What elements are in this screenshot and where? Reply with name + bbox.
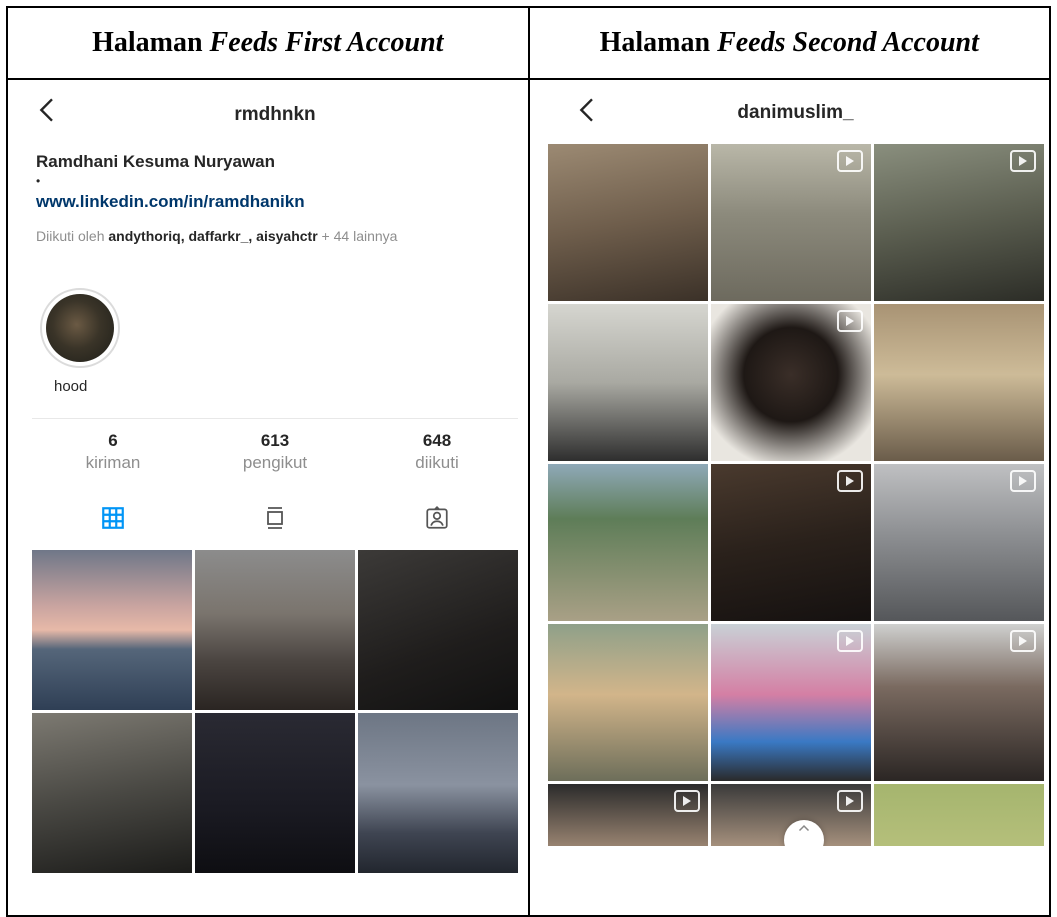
stat-following[interactable]: 648 diikuti [356, 419, 518, 481]
reel-icon [836, 150, 863, 172]
tab-grid[interactable] [32, 496, 194, 540]
post-thumbnail[interactable] [547, 144, 708, 301]
profile-tabs [32, 496, 518, 540]
second-account-profile: danimuslim_ [547, 88, 1044, 846]
post-thumbnail[interactable] [873, 304, 1044, 461]
post-thumbnail[interactable] [195, 550, 355, 710]
profile-stats: 6 kiriman 613 pengikut 648 diikuti [32, 418, 518, 481]
story-highlight[interactable]: hood [40, 288, 120, 395]
post-thumbnail[interactable] [547, 304, 708, 461]
reel-icon [836, 470, 863, 492]
profile-full-name: Ramdhani Kesuma Nuryawan [36, 152, 276, 171]
post-thumbnail[interactable] [32, 713, 192, 873]
reel-icon [673, 790, 700, 812]
feed-icon [267, 507, 283, 529]
post-thumbnail[interactable] [547, 464, 708, 621]
reel-icon [836, 630, 863, 652]
left-column-header: Halaman Feeds First Account [6, 6, 530, 80]
right-screenshot-cell: danimuslim_ [527, 78, 1051, 917]
post-thumbnail[interactable] [873, 464, 1044, 621]
post-thumbnail[interactable] [710, 464, 871, 621]
followed-by-text[interactable]: Diikuti oleh andythoriq, daffarkr_, aisy… [36, 228, 518, 244]
profile-link[interactable]: www.linkedin.com/in/ramdhanikn [36, 192, 518, 212]
comparison-table: Halaman Feeds First Account Halaman Feed… [6, 6, 1051, 917]
highlight-cover [46, 294, 114, 362]
highlight-label: hood [54, 378, 88, 395]
grid-icon [102, 507, 124, 529]
post-thumbnail[interactable] [873, 144, 1044, 301]
reel-icon [1009, 150, 1036, 172]
post-thumbnail[interactable] [710, 144, 871, 301]
post-thumbnail[interactable] [547, 624, 708, 781]
profile-username: danimuslim_ [737, 102, 854, 123]
post-thumbnail[interactable] [358, 713, 518, 873]
bio-dot: • [36, 174, 41, 188]
reel-icon [1009, 470, 1036, 492]
stat-posts[interactable]: 6 kiriman [32, 419, 194, 481]
post-thumbnail[interactable] [547, 784, 708, 846]
second-account-post-grid [547, 144, 1044, 846]
first-account-profile: rmdhnkn Ramdhani Kesuma Nuryawan • www.l… [32, 88, 518, 873]
tagged-icon [426, 505, 448, 529]
tab-tagged[interactable] [356, 496, 518, 540]
reel-icon [836, 310, 863, 332]
reel-icon [1009, 630, 1036, 652]
post-thumbnail[interactable] [195, 713, 355, 873]
tab-feed[interactable] [194, 496, 356, 540]
post-thumbnail[interactable] [358, 550, 518, 710]
post-thumbnail[interactable] [873, 624, 1044, 781]
post-thumbnail[interactable] [710, 624, 871, 781]
post-thumbnail[interactable] [873, 784, 1044, 846]
reel-icon [836, 790, 863, 812]
first-account-post-grid [32, 550, 518, 873]
profile-username: rmdhnkn [234, 104, 316, 125]
left-screenshot-cell: rmdhnkn Ramdhani Kesuma Nuryawan • www.l… [6, 78, 530, 917]
stat-followers[interactable]: 613 pengikut [194, 419, 356, 481]
right-column-header: Halaman Feeds Second Account [527, 6, 1051, 80]
post-thumbnail[interactable] [32, 550, 192, 710]
chevron-up-icon [798, 824, 809, 832]
post-thumbnail[interactable] [710, 304, 871, 461]
